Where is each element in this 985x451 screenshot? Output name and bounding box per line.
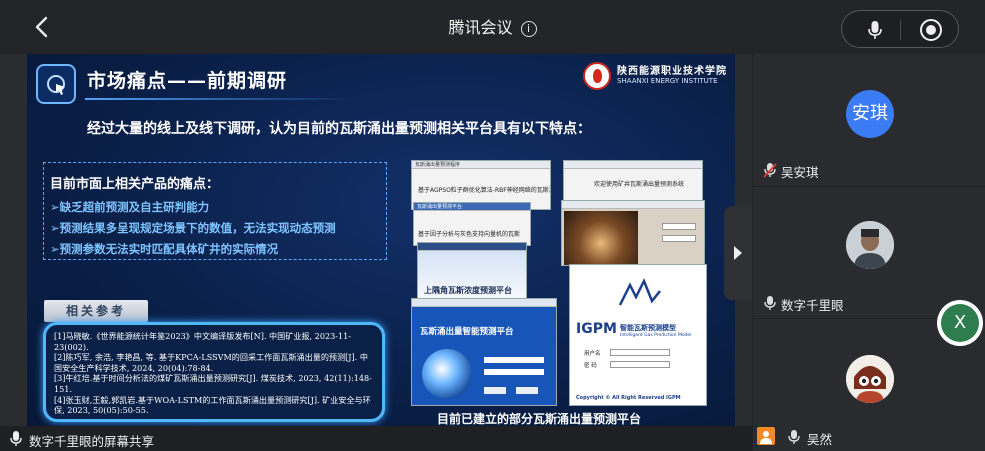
bottom-bar: 数字千里眼的屏幕共享 [0,426,752,451]
participant-tile[interactable]: 数字千里眼 [753,187,985,318]
window-title-bar [562,201,704,209]
microphone-icon [763,295,777,315]
school-emblem-icon [583,62,611,90]
microphone-muted-icon [763,162,777,182]
screenshot-welcome: 欢迎使用矿井瓦斯涌出量预测系统 [563,160,703,204]
floating-x-button[interactable]: X [937,300,983,346]
igpm-user-field-image [610,349,670,356]
igpm-title-cn: 智能瓦斯预测模型 [620,324,676,332]
participant-name: 数字千里眼 [781,298,844,313]
user-badge-icon [757,427,775,445]
login-field-image [662,235,696,242]
igpm-title: IGPM [576,321,617,337]
avatar [846,221,894,269]
avatar [846,355,894,403]
reference-item: [4]张玉财,王毅,郭凯岩.基于WOA-LSTM的工作面瓦斯涌出量预测研究[J]… [54,394,371,416]
igpm-user-label: 用户名 [584,351,601,357]
slide-title: 市场痛点——前期调研 [87,70,288,92]
record-icon[interactable] [920,19,942,41]
globe-image [422,349,472,399]
igpm-logo-image [610,275,670,315]
igpm-title-en: Intelligent Gas Prediction Model [620,333,692,338]
window-text: 欢迎使用矿井瓦斯涌出量预测系统 [594,181,685,188]
login-field-image [484,357,544,363]
reference-item: [3]牛红培.基于时间分析法的煤矿瓦斯涌出量预测研究[J]. 煤炭技术, 202… [54,373,372,394]
microphone-icon [787,429,801,449]
reference-item: [1]马晓敏.《世界能源统计年鉴2023》中文编译版发布[N]. 中国矿业报, … [54,331,352,352]
slide-subtitle: 经过大量的线上及线下调研，认为目前的瓦斯涌出量预测相关平台具有以下特点： [87,121,591,137]
shared-slide: 市场痛点——前期调研 陕西能源职业技术学院 SHAANXI ENERGY INS… [27,54,735,426]
pain-points-title: 目前市面上相关产品的痛点： [50,177,220,192]
participant-name: 吴安琪 [781,165,819,180]
window-title-bar [412,299,556,307]
school-logo: 陕西能源职业技术学院 SHAANXI ENERGY INSTITUTE [583,60,733,94]
mine-tunnel-image [564,211,638,265]
participant-tile[interactable]: 安琪 吴安琪 [753,54,985,186]
window-title-bar [418,243,526,251]
microphone-icon [9,430,23,451]
screen-share-label: 数字千里眼的屏幕共享 [29,434,155,449]
controls-divider [900,20,901,40]
window-text: 上隅角瓦斯浓度预测平台 [424,286,512,295]
screenshot-upper-corner: 上隅角瓦斯浓度预测平台 [417,242,527,300]
igpm-pass-field-image [610,361,670,368]
login-field-image [662,223,696,230]
top-controls [841,10,959,48]
screenshot-igpm: IGPM 智能瓦斯预测模型 Intelligent Gas Prediction… [569,264,707,406]
screenshots-caption: 目前已建立的部分瓦斯涌出量预测平台 [437,412,642,426]
title-underline [85,98,355,100]
platform-screenshots: 瓦斯涌出量预测程序 基于AGPSO粒子群优化算法-RBF神经网络的瓦斯涌出量预测… [411,160,707,406]
igpm-copyright: Copyright © All Right Reserved IGPM [576,395,681,401]
window-title-bar [564,161,702,169]
screenshot-intelligent-platform: 瓦斯涌出量智能预测平台 [411,298,557,406]
meeting-title-text: 腾讯会议 [448,18,513,37]
pain-points-box: 目前市面上相关产品的痛点： ➢缺乏超前预测及自主研判能力 ➢预测结果多呈现规定场… [43,162,387,260]
screenshot-login-mine [561,200,705,266]
school-name-en: SHAANXI ENERGY INSTITUTE [617,77,718,85]
window-text: 瓦斯涌出量智能预测平台 [420,327,514,337]
x-button-label: X [941,304,979,342]
exit-button-image [516,387,538,394]
window-text: 基于AGPSO粒子群优化算法-RBF神经网络的瓦斯涌出量预测程序 [418,187,550,194]
login-field-image [484,369,544,375]
pain-point-item: ➢预测结果多呈现规定场景下的数值，无法实现动态预测 [50,221,336,235]
window-title: 瓦斯涌出量预测平台 [414,203,530,211]
references-box: [1]马晓敏.《世界能源统计年鉴2023》中文编译版发布[N]. 中国矿业报, … [43,322,385,422]
avatar: 安琪 [846,90,894,138]
screenshot-factor-analysis: 瓦斯涌出量预测平台 基于因子分析与灰色支持向量机的瓦斯 [413,202,531,246]
top-bar: 腾讯会议 i [0,0,985,54]
pain-point-item: ➢预测参数无法实时匹配具体矿井的实际情况 [50,242,279,256]
info-icon[interactable]: i [520,21,537,37]
reference-item: [2]陈巧军, 余浩, 李艳昌, 等. 基于KPCA-LSSVM的回采工作面瓦斯… [54,352,368,373]
microphone-icon[interactable] [868,20,882,44]
slide-cursor-icon [36,64,76,104]
login-button-image [484,387,506,394]
participant-name: 吴然 [807,432,833,447]
igpm-pass-label: 密 码 [584,363,597,369]
window-text: 基于因子分析与灰色支持向量机的瓦斯 [418,231,521,238]
meeting-title: 腾讯会议 i [0,14,985,38]
pain-point-item: ➢缺乏超前预测及自主研判能力 [50,200,210,214]
references-tab: 相关参考 [44,300,148,322]
collapse-panel-button[interactable] [724,206,752,300]
window-title: 瓦斯涌出量预测程序 [412,161,550,169]
school-name-cn: 陕西能源职业技术学院 [617,66,727,77]
